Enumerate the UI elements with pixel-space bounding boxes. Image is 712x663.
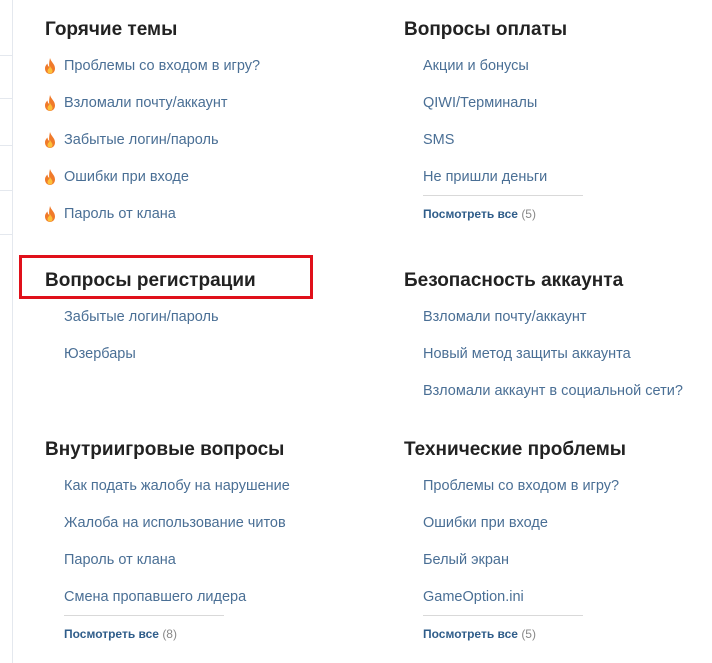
see-all-link[interactable]: Посмотреть все [64, 627, 159, 641]
security-section: Безопасность аккаунта Взломали почту/акк… [404, 269, 683, 418]
list-item: Взломали почту/аккаунт [45, 93, 260, 130]
list-item: Проблемы со входом в игру? [423, 476, 626, 513]
list-item: Белый экран [423, 550, 626, 587]
item-count: (5) [521, 207, 536, 221]
list-item: Новый метод защиты аккаунта [423, 344, 683, 381]
security-list: Взломали почту/аккаунт Новый метод защит… [423, 307, 683, 418]
tech-link[interactable]: Ошибки при входе [423, 515, 548, 531]
list-item: Не пришли деньги [423, 167, 583, 204]
list-item: GameOption.ini [423, 587, 626, 624]
fire-icon [45, 169, 55, 185]
registration-link[interactable]: Забытые логин/пароль [64, 309, 219, 325]
see-all-link[interactable]: Посмотреть все [423, 627, 518, 641]
payment-section: Вопросы оплаты Акции и бонусы QIWI/Терми… [404, 18, 583, 222]
ingame-link[interactable]: Жалоба на использование читов [64, 515, 286, 531]
list-item: Забытые логин/пароль [45, 130, 260, 167]
list-item: Пароль от клана [45, 204, 260, 241]
hot-topics-list: Проблемы со входом в игру? Взломали почт… [45, 56, 260, 241]
list-item: Юзербары [64, 344, 256, 381]
see-all-row: Посмотреть все (8) [64, 626, 290, 642]
hot-topic-link[interactable]: Взломали почту/аккаунт [64, 95, 228, 111]
tech-list: Проблемы со входом в игру? Ошибки при вх… [423, 476, 626, 624]
hot-topic-link[interactable]: Пароль от клана [64, 206, 176, 222]
ingame-section: Внутриигровые вопросы Как подать жалобу … [45, 438, 290, 642]
strip-divider [0, 98, 12, 99]
tech-link[interactable]: GameOption.ini [423, 589, 524, 605]
registration-list: Забытые логин/пароль Юзербары [64, 307, 256, 381]
item-count: (8) [162, 627, 177, 641]
list-item: SMS [423, 130, 583, 167]
see-all-link[interactable]: Посмотреть все [423, 207, 518, 221]
payment-link[interactable]: Не пришли деньги [423, 169, 547, 185]
see-all-row: Посмотреть все (5) [423, 626, 626, 642]
hot-topics-section: Горячие темы Проблемы со входом в игру? … [45, 18, 260, 241]
strip-divider [0, 190, 12, 191]
tech-link[interactable]: Белый экран [423, 552, 509, 568]
list-item: Смена пропавшего лидера [64, 587, 290, 624]
tech-section: Технические проблемы Проблемы со входом … [404, 438, 626, 642]
fire-icon [45, 95, 55, 111]
payment-link[interactable]: QIWI/Терминалы [423, 95, 537, 111]
section-title-ingame: Внутриигровые вопросы [45, 439, 285, 460]
list-item: Пароль от клана [64, 550, 290, 587]
list-item: Забытые логин/пароль [64, 307, 256, 344]
list-item: Акции и бонусы [423, 56, 583, 93]
tech-link[interactable]: Проблемы со входом в игру? [423, 478, 619, 494]
registration-section: Вопросы регистрации Забытые логин/пароль… [45, 269, 256, 381]
list-item: Взломали аккаунт в социальной сети? [423, 381, 683, 418]
payment-link[interactable]: SMS [423, 132, 454, 148]
ingame-link[interactable]: Как подать жалобу на нарушение [64, 478, 290, 494]
list-item: QIWI/Терминалы [423, 93, 583, 130]
list-item: Жалоба на использование читов [64, 513, 290, 550]
section-title-tech: Технические проблемы [404, 439, 627, 460]
section-title-hot-topics: Горячие темы [45, 19, 178, 40]
hot-topic-link[interactable]: Ошибки при входе [64, 169, 189, 185]
left-border-strip [0, 0, 13, 663]
strip-divider [0, 145, 12, 146]
list-item: Взломали почту/аккаунт [423, 307, 683, 344]
strip-divider [0, 55, 12, 56]
list-item: Проблемы со входом в игру? [45, 56, 260, 93]
fire-icon [45, 132, 55, 148]
section-title-security: Безопасность аккаунта [404, 270, 624, 291]
ingame-list: Как подать жалобу на нарушение Жалоба на… [64, 476, 290, 624]
security-link[interactable]: Взломали аккаунт в социальной сети? [423, 383, 683, 399]
ingame-link[interactable]: Пароль от клана [64, 552, 176, 568]
list-item: Ошибки при входе [45, 167, 260, 204]
section-title-payment: Вопросы оплаты [404, 19, 568, 40]
ingame-link[interactable]: Смена пропавшего лидера [64, 589, 246, 605]
security-link[interactable]: Новый метод защиты аккаунта [423, 346, 631, 362]
security-link[interactable]: Взломали почту/аккаунт [423, 309, 587, 325]
fire-icon [45, 206, 55, 222]
strip-divider [0, 234, 12, 235]
section-title-registration: Вопросы регистрации [45, 270, 256, 291]
payment-list: Акции и бонусы QIWI/Терминалы SMS Не при… [423, 56, 583, 204]
hot-topic-link[interactable]: Забытые логин/пароль [64, 132, 219, 148]
hot-topic-link[interactable]: Проблемы со входом в игру? [64, 58, 260, 74]
payment-link[interactable]: Акции и бонусы [423, 58, 529, 74]
list-item: Как подать жалобу на нарушение [64, 476, 290, 513]
item-count: (5) [521, 627, 536, 641]
see-all-row: Посмотреть все (5) [423, 206, 583, 222]
list-item: Ошибки при входе [423, 513, 626, 550]
fire-icon [45, 58, 55, 74]
registration-link[interactable]: Юзербары [64, 346, 136, 362]
